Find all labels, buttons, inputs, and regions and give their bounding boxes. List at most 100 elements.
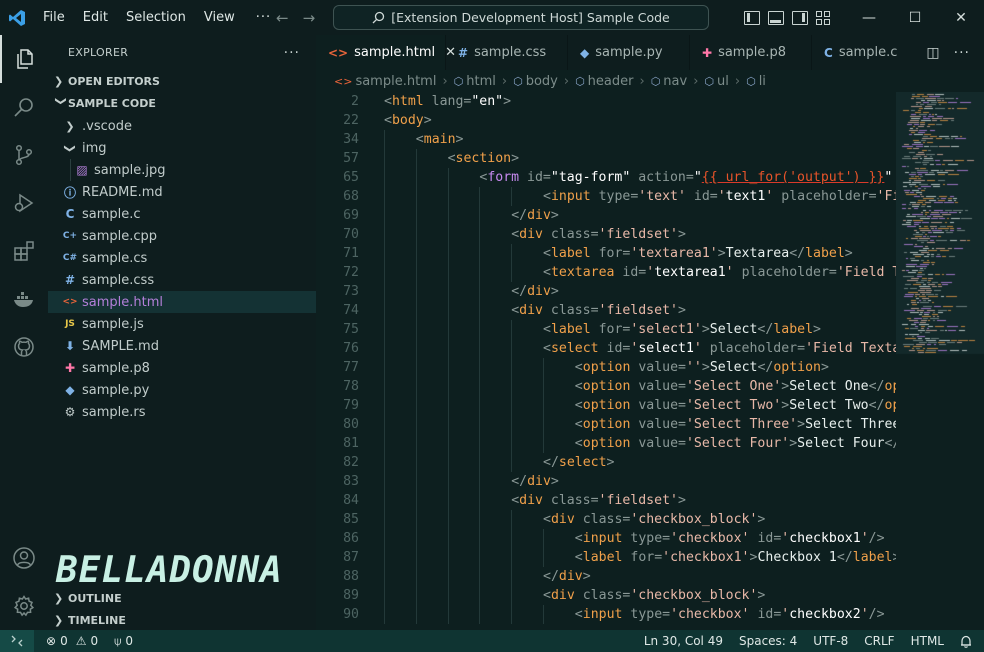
tree-item[interactable]: ⬇ SAMPLE.md [48, 335, 316, 357]
tab-sample-css[interactable]: # sample.css [446, 35, 568, 70]
code-token: > [701, 322, 710, 337]
docker-icon[interactable] [0, 275, 48, 323]
tab-sample-c[interactable]: Csample.c [812, 35, 934, 70]
tree-item[interactable]: ⚙ sample.rs [48, 401, 316, 423]
code-token: ' [860, 531, 869, 546]
settings-gear-icon[interactable] [0, 582, 48, 630]
account-icon[interactable] [0, 534, 48, 582]
tree-item[interactable]: ❯ img [48, 137, 316, 159]
breadcrumb-separator-icon: › [639, 73, 645, 89]
line-number: 85 [343, 512, 359, 527]
breadcrumb-item[interactable]: ⬡ html [454, 74, 496, 89]
breadcrumb-item[interactable]: ⬡ ul [704, 74, 728, 89]
back-arrow-icon[interactable]: ← [276, 9, 289, 27]
tree-item[interactable]: C# sample.cs [48, 247, 316, 269]
tree-item[interactable]: Csample.c [48, 203, 316, 225]
code-token: label [852, 550, 893, 565]
menu-edit[interactable]: Edit [74, 0, 117, 35]
breadcrumb-item[interactable]: ⬡ body [513, 74, 558, 89]
toggle-primary-sidebar-icon[interactable] [744, 10, 760, 25]
search-icon[interactable] [0, 83, 48, 131]
code-token: 'select1' [630, 322, 702, 337]
tree-item[interactable]: ⓘ README.md [48, 181, 316, 203]
code-token: < [574, 436, 583, 451]
indent-guide [511, 529, 513, 548]
remote-indicator-icon[interactable] [0, 630, 34, 652]
chevron-down-icon: ❯ [54, 96, 68, 106]
indent-guide [415, 339, 417, 358]
indent-guide [447, 339, 449, 358]
breadcrumb-item[interactable]: ⬡ li [746, 74, 766, 89]
indent-guide [384, 149, 385, 168]
close-window-icon[interactable]: ✕ [938, 0, 984, 35]
tab-sample-html[interactable]: <> sample.html ✕ [316, 35, 456, 70]
code-token: < [543, 189, 551, 204]
forward-arrow-icon[interactable]: → [303, 9, 316, 27]
tab-sample-py[interactable]: ◆ sample.py [568, 35, 690, 70]
section-sample-code[interactable]: ❯ SAMPLE CODE [48, 92, 316, 114]
language-mode[interactable]: HTML [903, 634, 952, 648]
tree-item[interactable]: JS sample.js [48, 313, 316, 335]
breadcrumb-item[interactable]: ⬡ header [575, 74, 633, 89]
code-token: < [511, 493, 520, 508]
code-token: main [423, 132, 456, 147]
notifications-bell-icon[interactable] [952, 635, 984, 648]
tree-item[interactable]: ❯ .vscode [48, 115, 316, 137]
maximize-icon[interactable]: ☐ [892, 0, 938, 35]
breadcrumb-item[interactable]: <> sample.html [334, 74, 436, 89]
code-text: <input type='checkbox' id='checkbox1'/> [575, 529, 885, 548]
split-editor-icon[interactable]: ◫ [926, 45, 939, 61]
tree-item[interactable]: ◆ sample.py [48, 379, 316, 401]
ports-indicator[interactable]: ⍦ 0 [106, 634, 141, 649]
explorer-more-icon[interactable]: ··· [284, 45, 300, 61]
pico8-icon: ✚ [64, 361, 76, 375]
minimap[interactable] [896, 92, 984, 630]
c-icon: C [65, 207, 75, 221]
code-token: option [582, 417, 631, 432]
tree-item[interactable]: <> sample.html [48, 291, 316, 313]
tree-item[interactable]: C+ sample.cpp [48, 225, 316, 247]
problems-indicator[interactable]: ⊗ 0 ⚠ 0 [38, 634, 106, 648]
tree-item[interactable]: ▨ sample.jpg [48, 159, 316, 181]
run-debug-icon[interactable] [0, 179, 48, 227]
more-actions-icon[interactable]: ··· [954, 45, 970, 61]
customize-layout-icon[interactable] [816, 10, 832, 25]
indent-guide [384, 491, 385, 510]
code-token: input [550, 189, 591, 204]
extensions-icon[interactable] [0, 227, 48, 275]
command-center[interactable]: [Extension Development Host] Sample Code [333, 5, 709, 30]
code-token: > [677, 303, 686, 318]
indent-guide [543, 434, 544, 453]
command-center-label: [Extension Development Host] Sample Code [391, 10, 670, 25]
code-line: 85 <div class='checkbox_block'> [316, 510, 896, 529]
toggle-panel-icon[interactable] [768, 10, 784, 25]
minimize-icon[interactable]: — [846, 0, 892, 35]
section-outline[interactable]: ❯ OUTLINE [48, 587, 316, 609]
indent-guide [384, 415, 385, 434]
code-token: Checkbox 1 [757, 550, 837, 565]
menu-selection[interactable]: Selection [117, 0, 195, 35]
symbol-element-icon: ⬡ [575, 74, 585, 88]
code-editor[interactable]: 2 <html lang="en"> 22 <body> 34 <main> 57 <sect… [316, 92, 896, 630]
line-number: 90 [343, 607, 359, 622]
indentation[interactable]: Spaces: 4 [731, 634, 805, 648]
end-of-line[interactable]: CRLF [856, 634, 902, 648]
tree-item[interactable]: # sample.css [48, 269, 316, 291]
section-open-editors[interactable]: ❯ OPEN EDITORS [48, 70, 316, 92]
explorer-icon[interactable] [0, 35, 48, 83]
code-token: input [582, 531, 623, 546]
toggle-secondary-sidebar-icon[interactable] [792, 10, 808, 25]
menu-file[interactable]: File [34, 0, 74, 35]
html-icon: <> [328, 45, 349, 60]
menu-view[interactable]: View [195, 0, 244, 35]
source-control-icon[interactable] [0, 131, 48, 179]
cursor-position[interactable]: Ln 30, Col 49 [636, 634, 731, 648]
github-icon[interactable] [0, 323, 48, 371]
tree-item[interactable]: ✚ sample.p8 [48, 357, 316, 379]
tab-sample-p8[interactable]: ✚ sample.p8 [690, 35, 812, 70]
code-token: "en" [471, 94, 504, 109]
encoding[interactable]: UTF-8 [805, 634, 856, 648]
section-timeline[interactable]: ❯ TIMELINE [48, 609, 316, 631]
theme-brand-logo: BELLADONNA [56, 550, 283, 591]
breadcrumb-item[interactable]: ⬡ nav [651, 74, 688, 89]
